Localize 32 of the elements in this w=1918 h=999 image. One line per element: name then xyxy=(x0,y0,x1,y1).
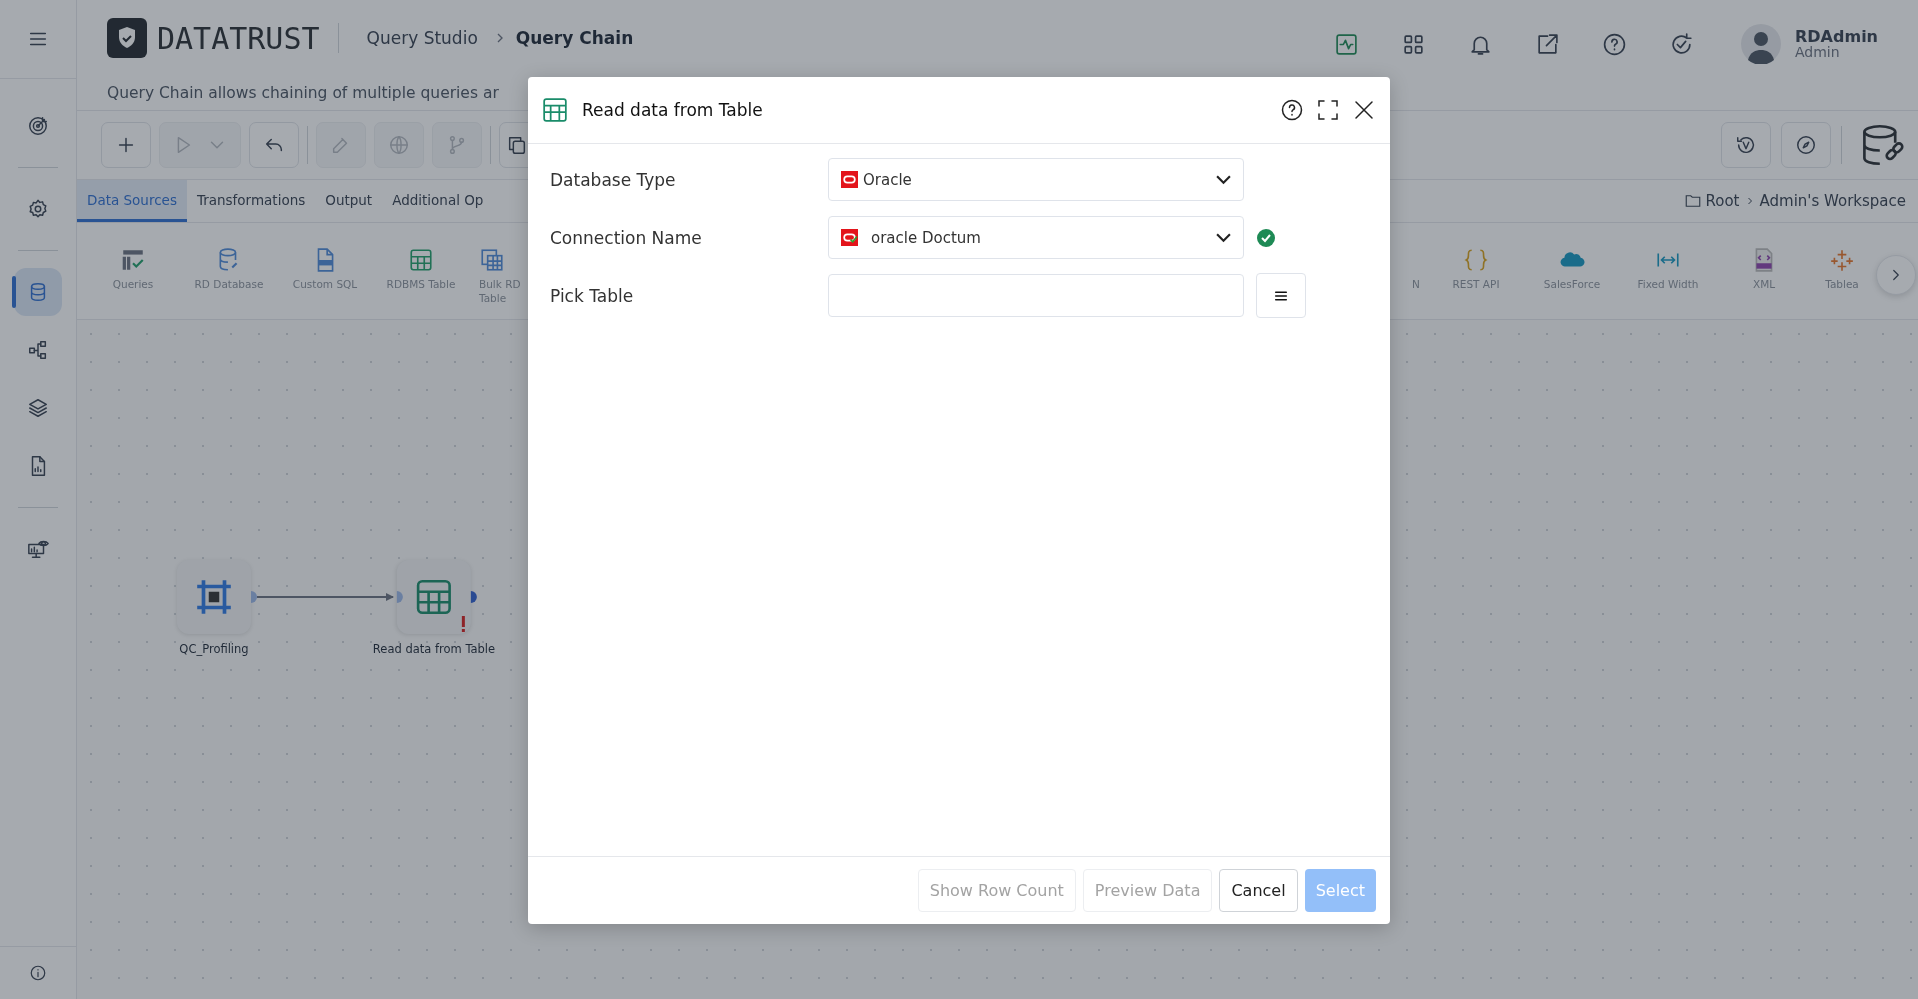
breadcrumb-current: Query Chain xyxy=(515,28,634,48)
select-field[interactable]: Oracle xyxy=(828,158,1244,201)
tab[interactable]: Additional Op xyxy=(382,180,494,222)
dialog-button[interactable]: Cancel xyxy=(1219,869,1298,912)
palette-item[interactable]: Fixed Width xyxy=(1620,247,1716,292)
field-label: Connection Name xyxy=(550,227,703,248)
user-role: Admin xyxy=(1795,45,1841,61)
node-label: QC_Profiling xyxy=(179,642,249,656)
palette-item[interactable]: SalesForce xyxy=(1524,247,1620,292)
palette-item[interactable]: Bulk RD Table xyxy=(469,247,535,306)
palette-item[interactable]: Tablea xyxy=(1812,247,1872,292)
palette-item[interactable]: RDBMS Table xyxy=(373,247,469,292)
tab[interactable]: Data Sources xyxy=(77,180,187,222)
palette-item[interactable]: N xyxy=(1404,247,1428,292)
palette-item[interactable]: Queries xyxy=(85,247,181,292)
tab[interactable]: Transformations xyxy=(186,180,316,222)
user-name: RDAdmin xyxy=(1795,27,1878,46)
select-field[interactable]: oracle Doctum xyxy=(828,216,1244,259)
palette-item[interactable]: REST API xyxy=(1428,247,1524,292)
breadcrumb-current: Admin's Workspace xyxy=(1759,192,1906,210)
tab[interactable]: Output xyxy=(315,180,383,222)
palette-item[interactable]: XML xyxy=(1716,247,1812,292)
page-description: Query Chain allows chaining of multiple queries ar xyxy=(107,84,499,102)
breadcrumb-link[interactable]: Root xyxy=(1705,192,1740,210)
palette-item[interactable]: RD Database xyxy=(181,247,277,292)
dialog-title: Read data from Table xyxy=(582,100,763,120)
palette-item[interactable]: Custom SQL xyxy=(277,247,373,292)
field-label: Pick Table xyxy=(550,285,635,306)
breadcrumb-link[interactable]: Query Studio xyxy=(366,28,478,48)
field-label: Database Type xyxy=(550,169,677,190)
logo-text: DATATRUST xyxy=(157,20,320,56)
node-label: Read data from Table xyxy=(372,642,496,656)
